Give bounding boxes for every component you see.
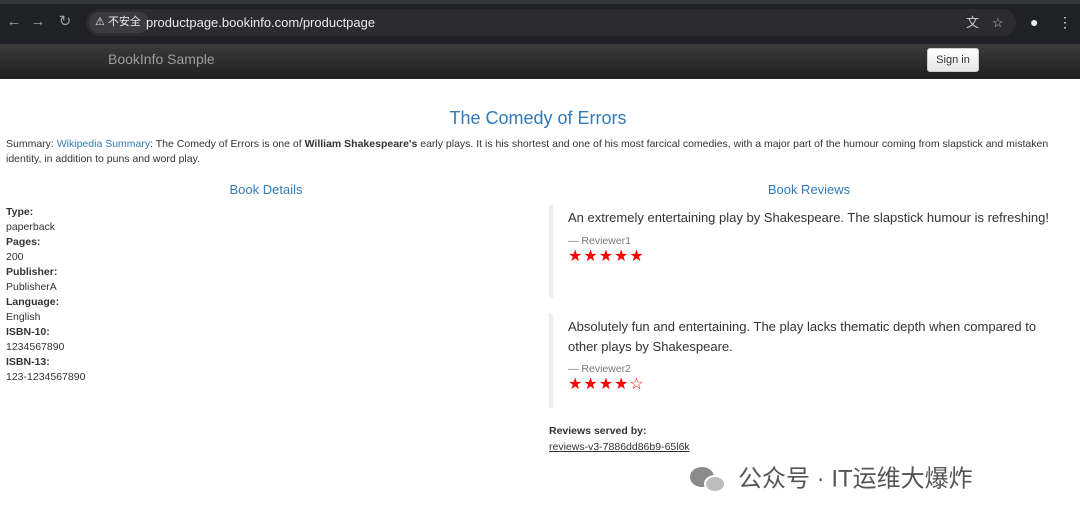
profile-icon[interactable]: ● bbox=[1030, 12, 1038, 32]
isbn10-label: ISBN-10: bbox=[6, 326, 50, 338]
book-reviews-heading: Book Reviews bbox=[767, 182, 851, 197]
reload-icon[interactable]: ↻ bbox=[55, 12, 75, 32]
security-label: 不安全 bbox=[107, 16, 141, 28]
app-navbar: BookInfo Sample Sign in bbox=[0, 44, 1080, 79]
wikipedia-summary-link[interactable]: Wikipedia Summary bbox=[57, 138, 150, 150]
star-filled-icon: ★ bbox=[614, 376, 630, 393]
address-bar[interactable]: ⚠ 不安全 productpage.bookinfo.com/productpag… bbox=[86, 9, 1016, 36]
star-rating: ★★★★★ bbox=[568, 248, 1069, 266]
review-item: An extremely entertaining play by Shakes… bbox=[549, 205, 1069, 298]
served-by-label: Reviews served by: bbox=[549, 425, 647, 437]
isbn10-value: 1234567890 bbox=[6, 341, 65, 353]
forward-icon[interactable]: → bbox=[28, 12, 48, 32]
star-filled-icon: ★ bbox=[568, 247, 584, 265]
language-value: English bbox=[6, 311, 41, 323]
translate-icon[interactable]: 文 bbox=[966, 9, 979, 36]
summary-prefix: Summary: bbox=[6, 138, 57, 150]
kebab-menu-icon[interactable]: ⋮ bbox=[1058, 12, 1072, 32]
publisher-value: PublisherA bbox=[6, 281, 57, 293]
brand-link[interactable]: BookInfo Sample bbox=[108, 44, 215, 75]
star-empty-icon: ☆ bbox=[629, 376, 645, 393]
sign-in-button[interactable]: Sign in bbox=[927, 48, 979, 72]
watermark-text: 公众号 · IT运维大爆炸 bbox=[738, 465, 973, 493]
warning-icon: ⚠ bbox=[95, 16, 105, 28]
url-text[interactable]: productpage.bookinfo.com/productpage bbox=[146, 9, 375, 36]
served-by-pod: reviews-v3-7886dd86b9-65l6k bbox=[549, 441, 690, 453]
tab-strip bbox=[0, 0, 1080, 4]
pages-label: Pages: bbox=[6, 236, 41, 248]
security-chip[interactable]: ⚠ 不安全 bbox=[89, 12, 149, 33]
watermark: 公众号 · IT运维大爆炸 bbox=[690, 461, 973, 497]
type-label: Type: bbox=[6, 206, 34, 218]
star-filled-icon: ★ bbox=[614, 247, 630, 265]
type-value: paperback bbox=[6, 221, 56, 233]
book-summary: Summary: Wikipedia Summary: The Comedy o… bbox=[6, 137, 1068, 167]
publisher-label: Publisher: bbox=[6, 266, 58, 278]
page-title: The Comedy of Errors bbox=[449, 108, 627, 128]
star-filled-icon: ★ bbox=[583, 376, 599, 393]
back-icon[interactable]: ← bbox=[4, 12, 24, 32]
review-item: Absolutely fun and entertaining. The pla… bbox=[549, 314, 1069, 408]
star-rating: ★★★★☆ bbox=[568, 376, 1069, 394]
star-filled-icon: ★ bbox=[629, 247, 645, 265]
pages-value: 200 bbox=[6, 251, 24, 263]
wechat-icon bbox=[690, 465, 730, 495]
star-icon[interactable]: ☆ bbox=[992, 9, 1004, 36]
reviewer-name: — Reviewer1 bbox=[568, 234, 632, 247]
star-filled-icon: ★ bbox=[583, 247, 599, 265]
star-filled-icon: ★ bbox=[598, 247, 615, 265]
star-filled-icon: ★ bbox=[598, 376, 615, 393]
isbn13-label: ISBN-13: bbox=[6, 356, 50, 368]
browser-toolbar: ← → ↻ ⚠ 不安全 productpage.bookinfo.com/prod… bbox=[0, 0, 1080, 44]
summary-mid: : The Comedy of Errors is one of bbox=[150, 138, 305, 150]
reviews-served-by: Reviews served by: reviews-v3-7886dd86b9… bbox=[549, 424, 690, 455]
review-text: An extremely entertaining play by Shakes… bbox=[568, 210, 1050, 225]
language-label: Language: bbox=[6, 296, 60, 308]
review-text: Absolutely fun and entertaining. The pla… bbox=[568, 319, 1037, 354]
book-details: Type: paperback Pages: 200 Publisher: Pu… bbox=[6, 205, 85, 385]
summary-author: William Shakespeare's bbox=[304, 138, 418, 150]
star-filled-icon: ★ bbox=[568, 376, 584, 393]
isbn13-value: 123-1234567890 bbox=[6, 371, 86, 383]
reviewer-name: — Reviewer2 bbox=[568, 363, 632, 375]
book-details-heading: Book Details bbox=[229, 182, 303, 197]
